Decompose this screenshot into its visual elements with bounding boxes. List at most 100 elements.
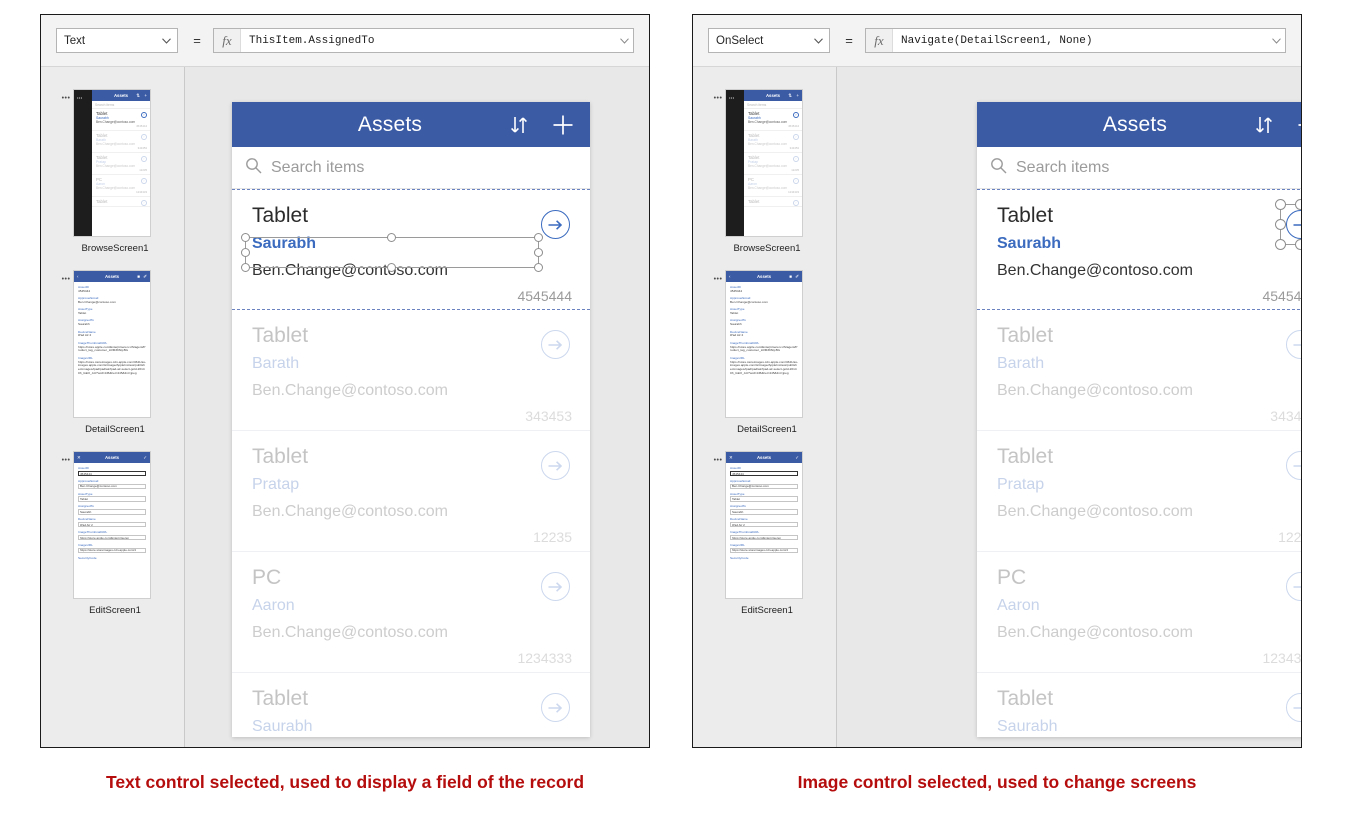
mini-field-input[interactable]: Tablet bbox=[78, 496, 146, 502]
thumbnail-more-icon[interactable]: ••• bbox=[59, 270, 73, 418]
mini-field-input[interactable]: Saurabh bbox=[730, 509, 798, 515]
mini-field-input[interactable]: 4545444 bbox=[730, 470, 798, 477]
mini-field-input[interactable]: https://store.storeimages.cdn-apple.com/… bbox=[78, 547, 146, 554]
plus-icon[interactable] bbox=[546, 102, 580, 147]
gallery-item[interactable]: Tablet Barath Ben.Change@contoso.com 343… bbox=[232, 310, 590, 431]
thumbnail-browsescreen1-right[interactable]: ••• ••• Assets ⇅ + Search items Tablet S… bbox=[693, 89, 836, 254]
thumbnail-editscreen1-left[interactable]: ••• ✕ Assets ✓ AssetID 4545444 ApproverEm… bbox=[41, 451, 184, 616]
property-dropdown-left[interactable]: Text bbox=[56, 28, 178, 53]
gallery-item[interactable]: Tablet Barath Ben.Change@contoso.com 343… bbox=[977, 310, 1301, 431]
mini-field-label: AssignedTo bbox=[730, 504, 746, 509]
mini-field-label: ImageThumbnailURL bbox=[730, 529, 760, 534]
mini-back-icon: ‹ bbox=[77, 274, 79, 279]
mini-close-icon: ✕ bbox=[729, 454, 733, 460]
thumbnail-more-icon[interactable]: ••• bbox=[711, 270, 725, 418]
formula-expand-icon[interactable] bbox=[1267, 29, 1285, 52]
item-assignedto[interactable]: Saurabh bbox=[252, 235, 572, 253]
resize-handle-nw[interactable] bbox=[241, 233, 250, 242]
mini-check-icon: ✓ bbox=[143, 454, 147, 460]
navigate-arrow-icon[interactable] bbox=[541, 330, 570, 359]
mini-field-label: DeviceName bbox=[730, 517, 748, 522]
equals-sign-left: = bbox=[193, 33, 201, 48]
app-preview-right: Assets Search items Tablet Saurabh Ben.C… bbox=[977, 102, 1301, 737]
resize-handle-sw[interactable] bbox=[241, 263, 250, 272]
app-title: Assets bbox=[1102, 112, 1168, 136]
gallery-item[interactable]: Tablet Pratap Ben.Change@contoso.com 122… bbox=[977, 431, 1301, 552]
navigate-arrow-icon[interactable] bbox=[541, 210, 570, 239]
search-bar[interactable]: Search items bbox=[977, 147, 1301, 189]
mini-field-label: SecurityCode bbox=[730, 555, 749, 560]
thumbnail-more-icon[interactable]: ••• bbox=[59, 89, 73, 237]
thumbnail-editscreen1-right[interactable]: ••• ✕ Assets ✓ AssetID 4545444 ApproverEm… bbox=[693, 451, 836, 616]
item-assetid: 12235 bbox=[533, 529, 572, 546]
mini-field-input[interactable]: Ben.Change@contoso.com bbox=[730, 483, 798, 490]
thumbnail-label-browsescreen1: BrowseScreen1 bbox=[81, 243, 149, 254]
mini-header: ✕ Assets ✓ bbox=[74, 452, 150, 463]
gallery-item[interactable]: Tablet Saurabh bbox=[232, 673, 590, 737]
item-title: PC bbox=[997, 566, 1027, 589]
gallery-item[interactable]: Tablet Saurabh bbox=[977, 673, 1301, 737]
item-assetid: 1234333 bbox=[517, 650, 572, 667]
resize-handle-w[interactable] bbox=[241, 247, 250, 257]
gallery-item-selected[interactable]: Tablet Saurabh Ben.Change@contoso.com 45… bbox=[232, 189, 590, 310]
mini-field-input[interactable]: https://store.storeimages.cdn-apple.com/… bbox=[730, 547, 798, 554]
search-bar[interactable]: Search items bbox=[232, 147, 590, 189]
mini-sort-icon: ⇅ bbox=[136, 92, 140, 98]
formula-bar-right: OnSelect = fx Navigate(DetailScreen1, No… bbox=[693, 15, 1301, 67]
item-assetid: 1234333 bbox=[1262, 650, 1301, 667]
mini-row-num: 12235 bbox=[139, 168, 147, 172]
formula-input-right[interactable]: fx Navigate(DetailScreen1, None) bbox=[865, 28, 1286, 53]
screen-thumbnail-rail-left[interactable]: ••• ••• Assets ⇅ + Search items Tablet S… bbox=[41, 67, 185, 747]
mini-field-input[interactable]: Ben.Change@contoso.com bbox=[78, 483, 146, 490]
thumbnail-more-icon[interactable]: ••• bbox=[711, 89, 725, 237]
thumbnail-detailscreen1-left[interactable]: ••• ‹ Assets ■ ✐ AssetID 4545444 Approve… bbox=[41, 270, 184, 435]
mini-field-input[interactable]: Saurabh bbox=[78, 509, 146, 515]
sort-icon[interactable] bbox=[1247, 102, 1281, 147]
sort-icon[interactable] bbox=[502, 102, 536, 147]
gallery-item[interactable]: PC Aaron Ben.Change@contoso.com 1234333 bbox=[977, 552, 1301, 673]
navigate-arrow-icon[interactable] bbox=[541, 572, 570, 601]
thumbnail-more-icon[interactable]: ••• bbox=[711, 451, 725, 599]
caption-left: Text control selected, used to display a… bbox=[105, 772, 585, 792]
mini-field-input[interactable]: https://store.apple.com/Enterprise/en bbox=[78, 534, 146, 541]
mini-plus-icon: + bbox=[796, 93, 799, 98]
search-icon bbox=[990, 157, 1007, 179]
mini-arrow-icon: › bbox=[141, 134, 147, 140]
mini-field-input[interactable]: iPad Air 2 bbox=[78, 521, 146, 528]
more-dots-label: ••• bbox=[61, 95, 71, 102]
mini-field-input[interactable]: 4545444 bbox=[78, 470, 146, 477]
property-dropdown-value: Text bbox=[64, 34, 86, 47]
navigate-arrow-icon[interactable] bbox=[541, 451, 570, 480]
thumbnail-more-icon[interactable]: ••• bbox=[59, 451, 73, 599]
mini-row-num: 1234333 bbox=[788, 190, 799, 194]
screen-thumbnail-rail-right[interactable]: ••• ••• Assets ⇅ + Search items Tablet S… bbox=[693, 67, 837, 747]
app-preview-left: Assets Search items Tablet Saurabh Ben.C… bbox=[232, 102, 590, 737]
formula-expand-icon[interactable] bbox=[615, 29, 633, 52]
gallery-item[interactable]: PC Aaron Ben.Change@contoso.com 1234333 bbox=[232, 552, 590, 673]
mini-field-input[interactable]: Tablet bbox=[730, 496, 798, 502]
thumbnail-detailscreen1-right[interactable]: ••• ‹ Assets ■ ✐ AssetID 4545444 Approve… bbox=[693, 270, 836, 435]
item-assignedto: Saurabh bbox=[252, 718, 313, 736]
mini-header: Assets ⇅ + bbox=[92, 90, 150, 101]
item-assignedto: Saurabh bbox=[997, 235, 1062, 253]
design-canvas-right[interactable]: Assets Search items Tablet Saurabh Ben.C… bbox=[837, 67, 1301, 747]
gallery-item-selected[interactable]: Tablet Saurabh Ben.Change@contoso.com 45… bbox=[977, 189, 1301, 310]
mini-field-label: AssetID bbox=[78, 466, 89, 470]
item-title: Tablet bbox=[252, 324, 309, 347]
screenshot-stage: Text = fx ThisItem.AssignedTo ••• ••• As… bbox=[0, 0, 1351, 819]
gallery-item[interactable]: Tablet Pratap Ben.Change@contoso.com 122… bbox=[232, 431, 590, 552]
design-canvas-left[interactable]: Assets Search items Tablet Saurabh Ben.C… bbox=[185, 67, 649, 747]
mini-arrow-icon: › bbox=[793, 156, 799, 162]
plus-icon[interactable] bbox=[1291, 102, 1301, 147]
navigate-arrow-icon[interactable] bbox=[541, 693, 570, 722]
mini-field-value: https://store.storeimages.cdn-apple.com/… bbox=[78, 359, 146, 376]
property-dropdown-right[interactable]: OnSelect bbox=[708, 28, 830, 53]
item-assetid: 12235 bbox=[1278, 529, 1301, 546]
formula-input-left[interactable]: fx ThisItem.AssignedTo bbox=[213, 28, 634, 53]
mini-field-input[interactable]: https://store.apple.com/Enterprise/en bbox=[730, 534, 798, 541]
mini-field-label: ImageURL bbox=[78, 542, 93, 547]
mini-field-input[interactable]: iPad Air 2 bbox=[730, 521, 798, 528]
thumbnail-browsescreen1-left[interactable]: ••• ••• Assets ⇅ + Search items Tablet S… bbox=[41, 89, 184, 254]
mini-header-title: Assets bbox=[756, 455, 772, 460]
mini-row: Tablet Saurabh Ben.Change@contoso.com 45… bbox=[744, 109, 802, 131]
